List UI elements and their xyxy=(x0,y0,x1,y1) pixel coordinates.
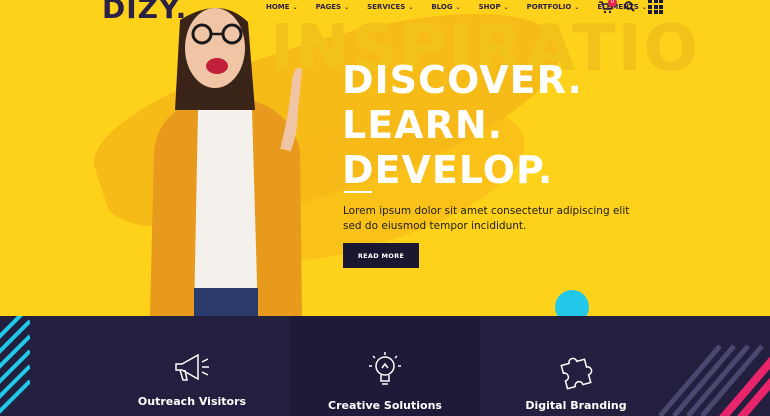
stripe-decoration xyxy=(0,316,30,414)
puzzle-icon xyxy=(560,357,593,390)
feature-digital-branding: Digital Branding xyxy=(481,316,671,416)
chevron-down-icon: ⌄ xyxy=(574,3,580,11)
lightbulb-icon xyxy=(369,352,401,385)
headline-line: DISCOVER. xyxy=(342,58,583,102)
woman-photo xyxy=(150,7,302,316)
nav-label: BLOG xyxy=(431,3,453,11)
feature-label: Creative Solutions xyxy=(328,399,442,412)
nav-label: SERVICES xyxy=(367,3,406,11)
nav-item-services[interactable]: SERVICES ⌄ xyxy=(367,3,413,11)
feature-label: Outreach Visitors xyxy=(137,395,247,408)
hero-description: Lorem ipsum dolor sit amet consectetur a… xyxy=(343,205,630,232)
search-icon[interactable] xyxy=(624,1,635,12)
chevron-down-icon: ⌄ xyxy=(641,3,647,11)
feature-creative-solutions: Creative Solutions xyxy=(290,316,480,416)
nav-label: PAGES xyxy=(315,3,342,11)
headline-line: LEARN. xyxy=(342,103,504,147)
headline-divider xyxy=(344,191,372,193)
nav-label: PORTFOLIO xyxy=(526,3,572,11)
headline-line: DEVELOP. xyxy=(342,148,554,192)
feature-outreach-visitors: Outreach Visitors xyxy=(97,316,287,416)
megaphone-icon xyxy=(175,353,209,381)
chevron-down-icon: ⌄ xyxy=(344,3,350,11)
nav-label: SHOP xyxy=(478,3,501,11)
nav-item-shop[interactable]: SHOP ⌄ xyxy=(479,3,509,11)
read-more-button[interactable]: READ MORE xyxy=(343,243,419,268)
feature-label: Digital Branding xyxy=(525,399,627,412)
chevron-down-icon: ⌄ xyxy=(455,3,461,11)
nav-item-blog[interactable]: BLOG ⌄ xyxy=(431,3,460,11)
hero-section: INSPIRATIO DIZY. HOME ⌄ PAGES ⌄ SERVICES ⌄ … xyxy=(0,0,770,316)
hero-headline: DISCOVER. LEARN. DEVELOP. xyxy=(342,58,583,193)
chevron-down-icon: ⌄ xyxy=(503,3,509,11)
nav-item-portfolio[interactable]: PORTFOLIO ⌄ xyxy=(527,3,580,11)
grid-menu-icon[interactable] xyxy=(648,0,663,14)
chevron-down-icon: ⌄ xyxy=(408,3,414,11)
nav-item-pages[interactable]: PAGES ⌄ xyxy=(316,3,350,11)
features-band: Outreach Visitors Creative Solutions Dig… xyxy=(0,316,770,416)
